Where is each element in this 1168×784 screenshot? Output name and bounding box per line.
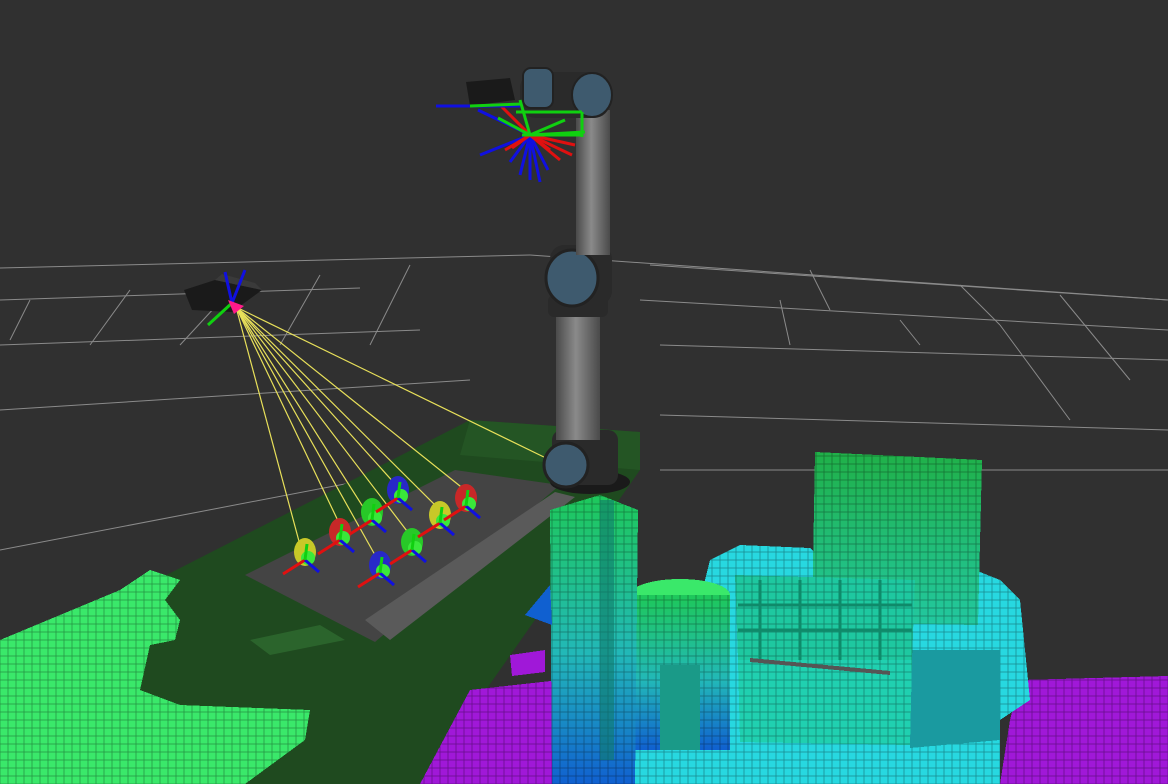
camera-sensor-icon — [184, 269, 262, 327]
rviz-3d-viewport[interactable] — [0, 0, 1168, 784]
occupancy-voxels-cylinder — [630, 579, 730, 750]
tf-axes-icon — [436, 99, 586, 183]
camera-sensor-icon — [466, 78, 515, 106]
occupancy-voxels-box — [735, 575, 915, 745]
